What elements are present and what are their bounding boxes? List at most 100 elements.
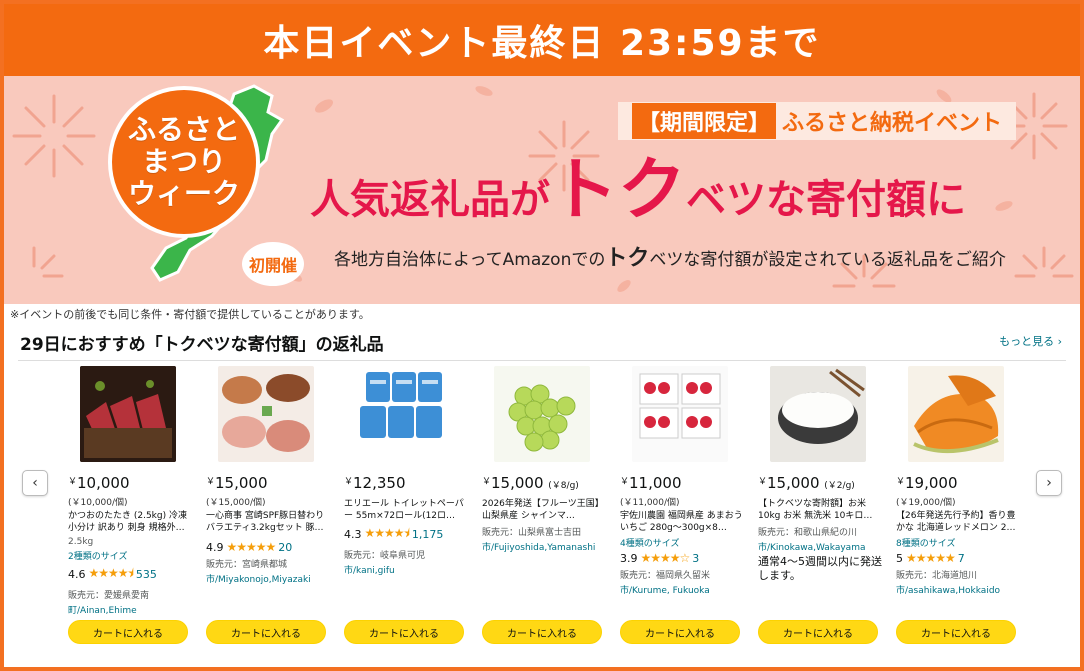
product-image-strawberries[interactable] — [632, 366, 728, 462]
chevron-left-icon: ‹ — [32, 475, 38, 491]
seller-name[interactable]: 市/kani,gifu — [344, 563, 468, 576]
seller-label: 販売元：宮崎県都城 — [206, 560, 288, 570]
star-rating-icon: ★★★★⯨ — [88, 566, 134, 580]
size-variants-link[interactable]: 2種類のサイズ — [68, 549, 192, 562]
chevron-right-icon: › — [1046, 475, 1052, 491]
seller-name[interactable]: 市/Fujiyoshida,Yamanashi — [482, 540, 606, 553]
product-card: ￥19,000 (￥19,000/個) 【26年発送先行予約】香り豊かな 北海道… — [896, 366, 1020, 596]
subline-part-2: トク — [605, 246, 650, 271]
product-title[interactable]: 【26年発送先行予約】香り豊かな 北海道レッドメロン 2… — [896, 510, 1020, 534]
bonito-tataki-image — [80, 366, 176, 462]
seller-name[interactable]: 市/Kinokawa,Wakayama — [758, 540, 882, 553]
strawberries-image — [632, 366, 728, 462]
subline-part-1: 各地方自治体によってAmazonでの — [334, 250, 606, 270]
review-count[interactable]: 20 — [278, 541, 292, 554]
size-variants-link[interactable]: 8種類のサイズ — [896, 536, 1020, 549]
review-count[interactable]: 535 — [136, 568, 157, 581]
add-to-cart-button[interactable]: カートに入れる — [896, 620, 1016, 644]
product-image-pork[interactable] — [218, 366, 314, 462]
carousel-next-button[interactable]: › — [1036, 470, 1062, 496]
size-variants-link[interactable]: 4種類のサイズ — [620, 536, 744, 549]
product-image-rice[interactable] — [770, 366, 866, 462]
product-rating[interactable]: 5 ★★★★★ 7 — [896, 551, 1020, 565]
product-image-melon[interactable] — [908, 366, 1004, 462]
review-count[interactable]: 1,175 — [412, 528, 444, 541]
product-card: ￥10,000 (￥10,000/個) かつおのたたき (2.5kg) 冷凍 小… — [68, 366, 192, 616]
toilet-paper-image — [356, 366, 452, 462]
add-to-cart-button[interactable]: カートに入れる — [482, 620, 602, 644]
product-title[interactable]: 【トクベツな寄附額】お米 10kg お米 無洗米 10キロ… — [758, 498, 882, 522]
event-logo-line-1: ふるさと — [127, 113, 240, 146]
product-card: ￥15,000 (￥2/g) 【トクベツな寄附額】お米 10kg お米 無洗米 … — [758, 366, 882, 583]
event-logo-circle: ふるさと まつり ウィーク — [108, 86, 260, 238]
product-price: ￥12,350 — [344, 474, 406, 492]
banner-headline: 人気返礼品が トク ベツな寄付額に — [310, 148, 990, 228]
star-rating-icon: ★★★★☆ — [640, 551, 691, 565]
product-card: ￥11,000 (￥11,000/個) 宇佐川農園 福岡県産 あまおういちご 2… — [620, 366, 744, 596]
product-size: 2.5kg — [68, 537, 94, 547]
add-to-cart-button[interactable]: カートに入れる — [758, 620, 878, 644]
event-banner[interactable]: ふるさと まつり ウィーク 初開催 【期間限定】 ふるさと納税イベント 人気返礼… — [4, 76, 1080, 304]
product-title[interactable]: 2026年発送【フルーツ王国】 山梨県産 シャインマ… — [482, 498, 606, 522]
unit-price: (￥19,000/個) — [896, 498, 956, 508]
shipping-note: 通常4～5週間以内に発送します。 — [758, 555, 882, 582]
product-card: ￥15,000 (￥8/g) 2026年発送【フルーツ王国】 山梨県産 シャイン… — [482, 366, 606, 553]
star-rating-icon: ★★★★★ — [906, 551, 956, 565]
per-gram-price: (￥8/g) — [548, 481, 579, 491]
event-disclaimer: ※イベントの前後でも同じ条件・寄付額で提供していることがあります。 — [10, 308, 370, 321]
product-title[interactable]: エリエール トイレットペーパー 55m×72ロール(12ロ… — [344, 498, 468, 522]
pork-set-image — [218, 366, 314, 462]
product-title[interactable]: かつおのたたき (2.5kg) 冷凍 小分け 訳あり 刺身 規格外… — [68, 510, 192, 534]
section-divider — [18, 360, 1066, 361]
product-rating[interactable]: 4.9 ★★★★★ 20 — [206, 540, 330, 554]
seller-label: 販売元：愛媛県愛南 — [68, 591, 150, 601]
event-countdown-bar[interactable]: 本日イベント最終日 23:59まで — [4, 4, 1080, 76]
seller-label: 販売元：山梨県富士吉田 — [482, 528, 582, 538]
seller-label: 販売元：岐阜県可児 — [344, 551, 426, 561]
product-image-toilet-paper[interactable] — [356, 366, 452, 462]
add-to-cart-button[interactable]: カートに入れる — [206, 620, 326, 644]
star-rating-icon: ★★★★★ — [226, 540, 277, 554]
event-logo-line-2: まつり — [141, 145, 226, 178]
limited-time-label: 【期間限定】 — [632, 103, 777, 139]
subline-part-3: ベツな寄付額が設定されている返礼品をご紹介 — [649, 250, 1006, 270]
product-title[interactable]: 宇佐川農園 福岡県産 あまおういちご 280g～300g×8… — [620, 510, 744, 534]
product-card: ￥15,000 (￥15,000/個) 一心商事 宮崎SPF豚日替わりバラエティ… — [206, 366, 330, 585]
seller-name[interactable]: 市/Kurume, Fukuoka — [620, 583, 744, 596]
first-event-badge: 初開催 — [242, 242, 304, 286]
carousel-prev-button[interactable]: ‹ — [22, 470, 48, 496]
review-count[interactable]: 3 — [692, 552, 699, 565]
headline-part-3: ベツな寄付額に — [686, 177, 967, 223]
product-card: ￥12,350 エリエール トイレットペーパー 55m×72ロール(12ロ… 4… — [344, 366, 468, 576]
product-title[interactable]: 一心商事 宮崎SPF豚日替わりバラエティ3.2kgセット 豚… — [206, 510, 330, 534]
seller-label: 販売元：和歌山県紀の川 — [758, 528, 858, 538]
headline-part-2: トク — [550, 151, 687, 230]
seller-name[interactable]: 市/Miyakonojo,Miyazaki — [206, 572, 330, 585]
product-price: ￥15,000 — [206, 474, 268, 492]
product-image-bonito[interactable] — [80, 366, 176, 462]
product-rating[interactable]: 4.6 ★★★★⯨ 535 — [68, 564, 192, 585]
banner-subline: 各地方自治体によってAmazonでのトクベツな寄付額が設定されている返礼品をご紹… — [334, 240, 1006, 272]
add-to-cart-button[interactable]: カートに入れる — [344, 620, 464, 644]
per-gram-price: (￥2/g) — [824, 481, 855, 491]
product-image-grapes[interactable] — [494, 366, 590, 462]
product-price: ￥10,000 — [68, 474, 130, 492]
add-to-cart-button[interactable]: カートに入れる — [620, 620, 740, 644]
seller-name[interactable]: 市/asahikawa,Hokkaido — [896, 583, 1020, 596]
grapes-image — [494, 366, 590, 462]
seller-label: 販売元：福岡県久留米 — [620, 571, 711, 581]
rice-bowl-image — [770, 366, 866, 462]
product-price: ￥15,000 (￥8/g) — [482, 474, 579, 492]
product-price: ￥19,000 — [896, 474, 958, 492]
event-countdown-text: 本日イベント最終日 23:59まで — [263, 23, 821, 64]
seller-name[interactable]: 町/Ainan,Ehime — [68, 603, 192, 616]
unit-price: (￥10,000/個) — [68, 498, 128, 508]
section-title: 29日におすすめ「トクベツな寄付額」の返礼品 — [20, 335, 384, 355]
product-rating[interactable]: 4.3 ★★★★⯨ 1,175 — [344, 524, 468, 545]
product-rating[interactable]: 3.9 ★★★★☆ 3 — [620, 551, 744, 565]
review-count[interactable]: 7 — [958, 552, 965, 565]
unit-price: (￥15,000/個) — [206, 498, 266, 508]
event-name-label: ふるさと納税イベント — [782, 111, 1003, 136]
add-to-cart-button[interactable]: カートに入れる — [68, 620, 188, 644]
see-more-link[interactable]: もっと見る › — [999, 333, 1062, 349]
